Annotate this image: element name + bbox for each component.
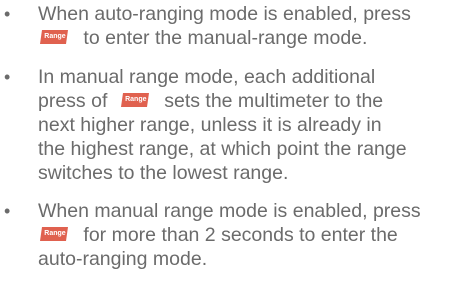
text-line: next higher range, unless it is already … — [38, 114, 382, 136]
text-line: When auto-ranging mode is enabled, press — [38, 3, 411, 25]
text-line: auto-ranging mode. — [38, 248, 208, 270]
bullet: • — [4, 4, 11, 24]
list-item-text: When auto-ranging mode is enabled, press… — [38, 2, 450, 50]
list-item-text: When manual range mode is enabled, press… — [38, 199, 450, 271]
text-line: When manual range mode is enabled, press — [38, 200, 421, 222]
text-line: switches to the lowest range. — [38, 162, 289, 184]
text-line: Range to enter the manual-range mode. — [38, 26, 450, 50]
range-button-icon: Range — [38, 28, 72, 46]
range-button-label: Range — [125, 95, 147, 103]
list-item-text: In manual range mode, each additional pr… — [38, 65, 450, 185]
range-button-icon: Range — [119, 91, 153, 109]
bullet: • — [4, 67, 11, 87]
text-fragment: for more than 2 seconds to enter the — [83, 224, 398, 246]
text-line: Range for more than 2 seconds to enter t… — [38, 223, 450, 247]
bullet: • — [4, 201, 11, 221]
text-fragment: press of — [38, 90, 108, 112]
text-line: press of Range sets the multimeter to th… — [38, 89, 450, 113]
range-button-label: Range — [44, 32, 66, 40]
text-line: the highest range, at which point the ra… — [38, 138, 407, 160]
range-button-icon: Range — [38, 225, 72, 243]
range-button-label: Range — [44, 229, 66, 237]
text-fragment: sets the multimeter to the — [164, 90, 384, 112]
text-fragment: to enter the manual-range mode. — [83, 27, 368, 49]
text-line: In manual range mode, each additional — [38, 66, 376, 88]
